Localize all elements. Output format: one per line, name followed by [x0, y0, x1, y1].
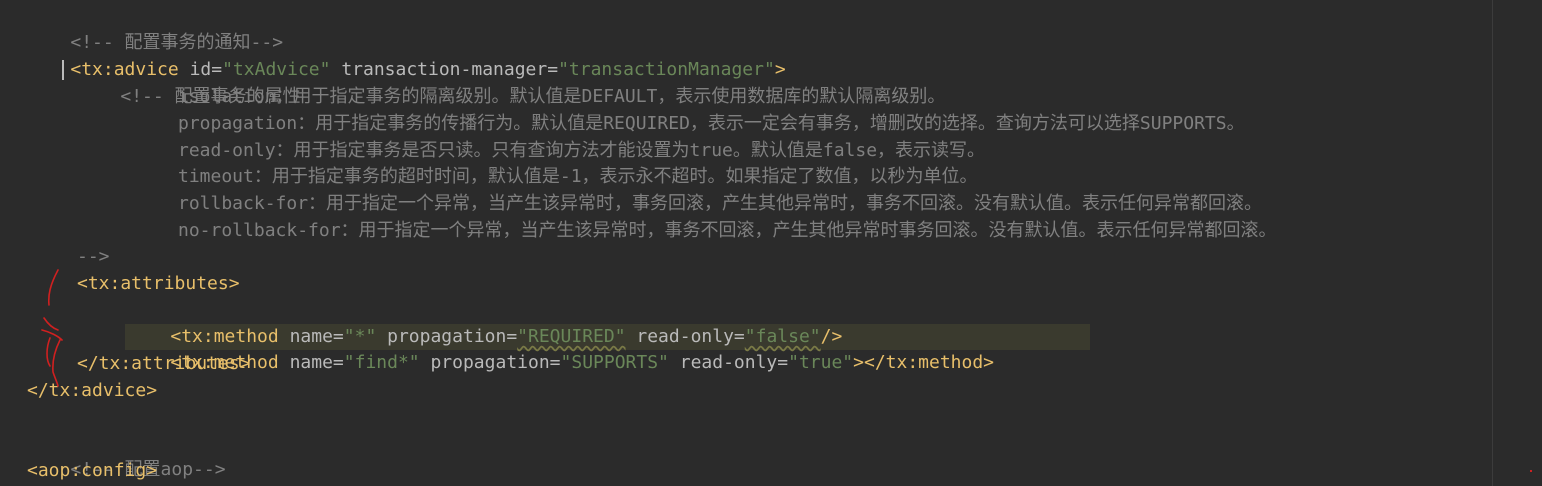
- handwritten-annotation: [41, 269, 63, 387]
- code-editor[interactable]: <!-- 配置事务的通知--> <tx:advice id="txAdvice"…: [0, 0, 1542, 486]
- red-dot-marker: [1530, 470, 1532, 472]
